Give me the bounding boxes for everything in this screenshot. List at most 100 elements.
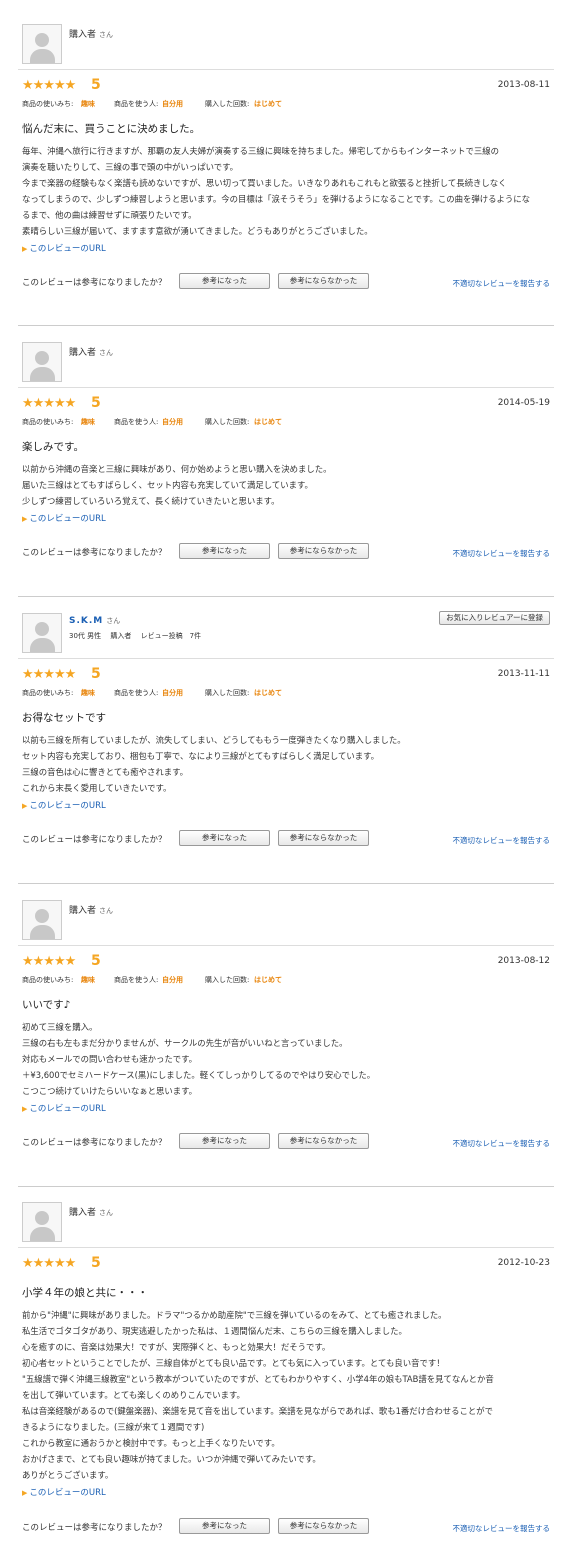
review-title: いいです♪ bbox=[22, 999, 71, 1011]
helpful-row: このレビューは参考になりましたか？ 参考になった 参考にならなかった 不適切なレ… bbox=[18, 273, 554, 293]
helpful-yes-button[interactable]: 参考になった bbox=[179, 1518, 270, 1534]
rating-row: ★★★★★ 5 2012-10-23 bbox=[18, 1255, 554, 1276]
avatar bbox=[22, 900, 62, 940]
review-title: 楽しみです。 bbox=[22, 441, 84, 453]
rating-score: 5 bbox=[91, 395, 101, 411]
helpful-question: このレビューは参考になりましたか？ bbox=[22, 548, 167, 558]
helpful-yes-button[interactable]: 参考になった bbox=[179, 543, 270, 559]
review-url-link[interactable]: ▶ このレビューのURL bbox=[22, 242, 554, 256]
helpful-yes-button[interactable]: 参考になった bbox=[179, 273, 270, 289]
review-date: 2012-10-23 bbox=[497, 1258, 550, 1268]
helpful-question: このレビューは参考になりましたか？ bbox=[22, 835, 167, 845]
helpful-no-button[interactable]: 参考にならなかった bbox=[278, 273, 369, 289]
report-link[interactable]: 不適切なレビューを報告する bbox=[453, 1138, 551, 1149]
star-rating-icon: ★★★★★ bbox=[22, 954, 76, 969]
reviewer-header: 購入者 さん bbox=[18, 338, 554, 388]
usage-value: 趣味 bbox=[81, 418, 95, 426]
review-body: 以前から沖縄の音楽と三線に興味があり、何か始めようと思い購入を決めました。 届いた… bbox=[22, 464, 332, 506]
star-rating-icon: ★★★★★ bbox=[22, 78, 76, 93]
reviewer-name: 購入者 さん bbox=[69, 1208, 114, 1218]
rating-row: ★★★★★ 5 2013-08-12 bbox=[18, 953, 554, 974]
review-title: 悩んだ末に、買うことに決めました。 bbox=[22, 123, 201, 135]
divider bbox=[18, 1186, 554, 1187]
avatar bbox=[22, 24, 62, 64]
review-body: 初めて三線を購入。 三線の右も左もまだ分かりませんが、サークルの先生が音がいいねと… bbox=[22, 1022, 376, 1096]
reviewer-name[interactable]: S.K.M さん bbox=[69, 616, 120, 626]
helpful-question: このレビューは参考になりましたか？ bbox=[22, 278, 167, 288]
reviewer-header: 購入者 さん bbox=[18, 896, 554, 946]
review-body: 以前も三線を所有していましたが、流失してしまい、どうしてももう一度弾きたくなり購… bbox=[22, 735, 406, 793]
user-value: 自分用 bbox=[162, 976, 183, 984]
arrow-right-icon: ▶ bbox=[22, 1489, 28, 1497]
review-date: 2013-08-12 bbox=[497, 956, 550, 966]
arrow-right-icon: ▶ bbox=[22, 802, 28, 810]
usage-value: 趣味 bbox=[81, 689, 95, 697]
report-link[interactable]: 不適切なレビューを報告する bbox=[453, 278, 551, 289]
rating-score: 5 bbox=[91, 953, 101, 969]
arrow-right-icon: ▶ bbox=[22, 1105, 28, 1113]
reviewer-name: 購入者 さん bbox=[69, 906, 114, 916]
reviewer-meta: 30代 男性 購入者 レビュー投稿 7件 bbox=[69, 632, 202, 640]
divider bbox=[18, 596, 554, 597]
avatar bbox=[22, 1202, 62, 1242]
star-rating-icon: ★★★★★ bbox=[22, 1256, 76, 1271]
helpful-yes-button[interactable]: 参考になった bbox=[179, 1133, 270, 1149]
review-title: 小学４年の娘と共に・・・ bbox=[22, 1287, 148, 1299]
arrow-right-icon: ▶ bbox=[22, 245, 28, 253]
star-rating-icon: ★★★★★ bbox=[22, 396, 76, 411]
review-url-link[interactable]: ▶ このレビューのURL bbox=[22, 1102, 554, 1116]
review-url-link[interactable]: ▶ このレビューのURL bbox=[22, 799, 554, 813]
report-link[interactable]: 不適切なレビューを報告する bbox=[453, 548, 551, 559]
review-item: 購入者 さん ★★★★★ 5 2012-10-23 小学４年の娘と共に・・・ 前か… bbox=[18, 1198, 554, 1538]
reviewer-name: 購入者 さん bbox=[69, 30, 114, 40]
reviewer-header: S.K.M さん 30代 男性 購入者 レビュー投稿 7件 お気に入りレビュアーに… bbox=[18, 609, 554, 659]
times-value: はじめて bbox=[254, 418, 282, 426]
rating-row: ★★★★★ 5 2013-08-11 bbox=[18, 77, 554, 98]
helpful-no-button[interactable]: 参考にならなかった bbox=[278, 1518, 369, 1534]
rating-score: 5 bbox=[91, 1255, 101, 1271]
report-link[interactable]: 不適切なレビューを報告する bbox=[453, 835, 551, 846]
report-link[interactable]: 不適切なレビューを報告する bbox=[453, 1523, 551, 1534]
star-rating-icon: ★★★★★ bbox=[22, 667, 76, 682]
helpful-row: このレビューは参考になりましたか？ 参考になった 参考にならなかった 不適切なレ… bbox=[18, 1133, 554, 1153]
review-item: S.K.M さん 30代 男性 購入者 レビュー投稿 7件 お気に入りレビュアーに… bbox=[18, 609, 554, 850]
usage-info: 商品の使いみち: 趣味 商品を使う人: 自分用 購入した回数: はじめて bbox=[22, 689, 282, 697]
usage-info: 商品の使いみち: 趣味 商品を使う人: 自分用 購入した回数: はじめて bbox=[22, 418, 282, 426]
review-item: 購入者 さん ★★★★★ 5 2013-08-12 商品の使いみち: 趣味 商品を使… bbox=[18, 896, 554, 1153]
helpful-row: このレビューは参考になりましたか？ 参考になった 参考にならなかった 不適切なレ… bbox=[18, 830, 554, 850]
helpful-question: このレビューは参考になりましたか？ bbox=[22, 1523, 167, 1533]
review-item: 購入者 さん ★★★★★ 5 2013-08-11 商品の使いみち: 趣味 商品を使… bbox=[18, 20, 554, 293]
review-url-link[interactable]: ▶ このレビューのURL bbox=[22, 512, 554, 526]
rating-score: 5 bbox=[91, 666, 101, 682]
review-title: お得なセットです bbox=[22, 712, 106, 724]
divider bbox=[18, 883, 554, 884]
user-value: 自分用 bbox=[162, 418, 183, 426]
usage-info: 商品の使いみち: 趣味 商品を使う人: 自分用 購入した回数: はじめて bbox=[22, 976, 282, 984]
review-body: 前から"沖縄"に興味がありました。ドラマ"つるかめ助産院"で三線を弾いているのを… bbox=[22, 1310, 494, 1480]
avatar bbox=[22, 342, 62, 382]
reviewer-header: 購入者 さん bbox=[18, 1198, 554, 1248]
review-url-link[interactable]: ▶ このレビューのURL bbox=[22, 1486, 554, 1500]
helpful-row: このレビューは参考になりましたか？ 参考になった 参考にならなかった 不適切なレ… bbox=[18, 1518, 554, 1538]
review-date: 2013-08-11 bbox=[497, 80, 550, 90]
helpful-yes-button[interactable]: 参考になった bbox=[179, 830, 270, 846]
divider bbox=[18, 325, 554, 326]
review-date: 2013-11-11 bbox=[497, 669, 550, 679]
review-date: 2014-05-19 bbox=[497, 398, 550, 408]
rating-row: ★★★★★ 5 2013-11-11 bbox=[18, 666, 554, 687]
reviewer-header: 購入者 さん bbox=[18, 20, 554, 70]
arrow-right-icon: ▶ bbox=[22, 515, 28, 523]
usage-value: 趣味 bbox=[81, 100, 95, 108]
usage-value: 趣味 bbox=[81, 976, 95, 984]
rating-score: 5 bbox=[91, 77, 101, 93]
helpful-no-button[interactable]: 参考にならなかった bbox=[278, 1133, 369, 1149]
helpful-no-button[interactable]: 参考にならなかった bbox=[278, 543, 369, 559]
review-list: 購入者 さん ★★★★★ 5 2013-08-11 商品の使いみち: 趣味 商品を使… bbox=[0, 0, 570, 1565]
user-value: 自分用 bbox=[162, 100, 183, 108]
helpful-no-button[interactable]: 参考にならなかった bbox=[278, 830, 369, 846]
avatar bbox=[22, 613, 62, 653]
favorite-reviewer-button[interactable]: お気に入りレビュアーに登録 bbox=[439, 611, 550, 625]
times-value: はじめて bbox=[254, 976, 282, 984]
user-value: 自分用 bbox=[162, 689, 183, 697]
helpful-question: このレビューは参考になりましたか？ bbox=[22, 1138, 167, 1148]
